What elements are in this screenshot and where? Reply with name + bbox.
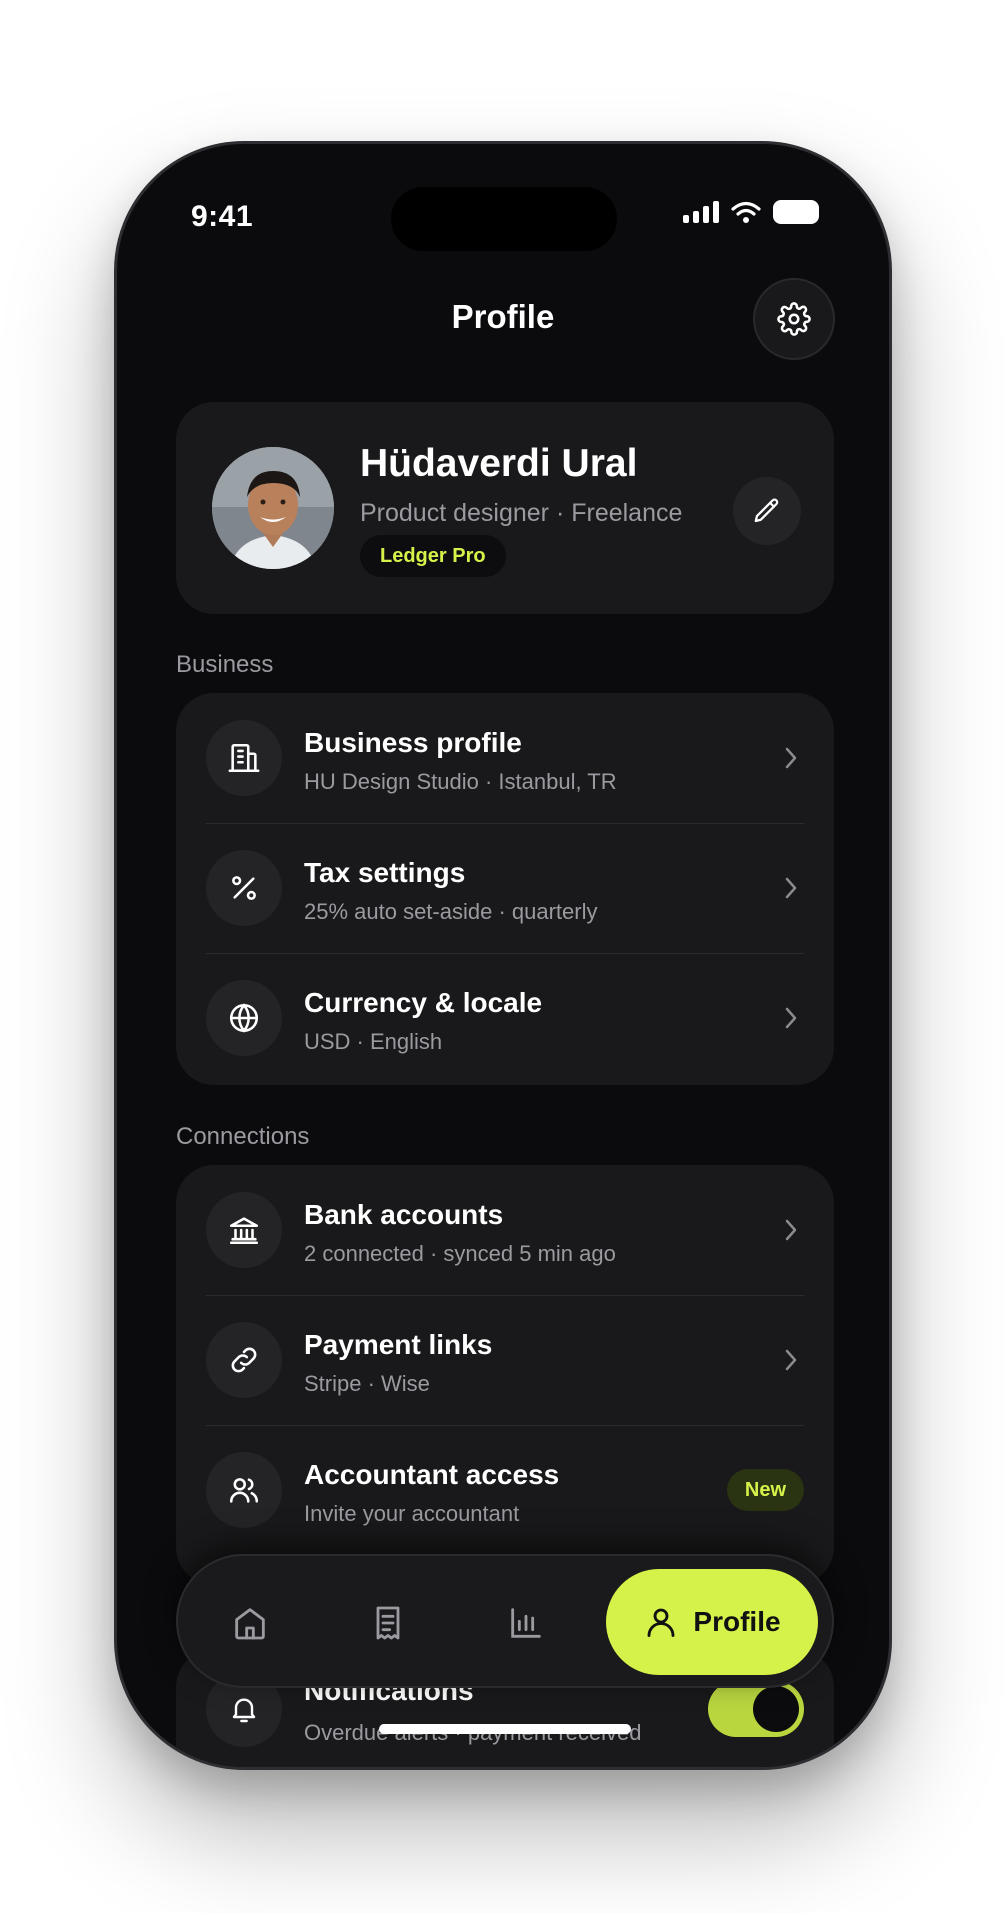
building-icon bbox=[228, 743, 260, 773]
list-item-business-profile[interactable]: Business profile HU Design Studio · Ista… bbox=[176, 693, 834, 823]
item-subtitle: 25% auto set-aside · quarterly bbox=[304, 899, 598, 924]
toggle-knob bbox=[753, 1686, 799, 1732]
item-title: Bank accounts bbox=[304, 1199, 504, 1230]
home-icon bbox=[235, 1608, 265, 1640]
list-item-tax-settings[interactable]: Tax settings 25% auto set-aside · quarte… bbox=[176, 823, 834, 953]
percent-icon bbox=[232, 876, 256, 900]
item-title: Payment links bbox=[304, 1329, 493, 1360]
item-subtitle: USD · English bbox=[304, 1029, 443, 1054]
chevron-right-icon bbox=[785, 1349, 797, 1371]
chevron-right-icon bbox=[785, 1007, 797, 1029]
signal-icon bbox=[683, 201, 719, 223]
edit-profile-button[interactable] bbox=[733, 477, 801, 545]
status-icons bbox=[683, 200, 819, 224]
notifications-toggle[interactable] bbox=[708, 1681, 804, 1737]
list-item-currency-locale[interactable]: Currency & locale USD · English bbox=[176, 953, 834, 1083]
profile-role: Product designer · Freelance bbox=[360, 499, 683, 527]
profile-icon bbox=[647, 1608, 675, 1637]
section-label-business: Business bbox=[176, 651, 274, 678]
avatar bbox=[212, 447, 334, 569]
list-item-payment-links[interactable]: Payment links Stripe · Wise bbox=[176, 1295, 834, 1425]
section-label-connections: Connections bbox=[176, 1123, 310, 1150]
connections-card: Bank accounts 2 connected · synced 5 min… bbox=[176, 1165, 834, 1585]
users-icon bbox=[229, 1478, 259, 1503]
item-subtitle: 2 connected · synced 5 min ago bbox=[304, 1241, 616, 1266]
list-item-bank-accounts[interactable]: Bank accounts 2 connected · synced 5 min… bbox=[176, 1165, 834, 1295]
tab-invoices[interactable] bbox=[360, 1595, 416, 1651]
new-badge: New bbox=[726, 1469, 804, 1511]
dynamic-island bbox=[391, 187, 617, 251]
business-card: Business profile HU Design Studio · Ista… bbox=[176, 693, 834, 1085]
pencil-icon bbox=[754, 498, 779, 523]
status-time: 9:41 bbox=[191, 200, 254, 233]
screen: 9:41 Profile Hüdaverdi Ural Product desi… bbox=[117, 144, 889, 1767]
bank-icon bbox=[229, 1217, 259, 1245]
chevron-right-icon bbox=[785, 877, 797, 899]
home-indicator bbox=[379, 1724, 631, 1734]
profile-card: Hüdaverdi Ural Product designer · Freela… bbox=[176, 402, 834, 614]
item-title: Tax settings bbox=[304, 857, 466, 888]
chevron-right-icon bbox=[785, 1219, 797, 1241]
phone-frame: 9:41 Profile Hüdaverdi Ural Product desi… bbox=[114, 141, 892, 1770]
tab-home[interactable] bbox=[222, 1595, 278, 1651]
tab-profile[interactable]: Profile bbox=[606, 1569, 818, 1675]
item-title: Accountant access bbox=[304, 1459, 560, 1490]
tab-reports[interactable] bbox=[498, 1595, 554, 1651]
gear-icon bbox=[777, 302, 811, 336]
chevron-right-icon bbox=[785, 747, 797, 769]
item-subtitle: Stripe · Wise bbox=[304, 1371, 430, 1396]
battery-icon bbox=[773, 200, 819, 224]
tab-profile-label: Profile bbox=[693, 1606, 781, 1637]
profile-name: Hüdaverdi Ural bbox=[360, 442, 638, 485]
chart-icon bbox=[511, 1608, 541, 1638]
globe-icon bbox=[229, 1003, 259, 1033]
receipt-icon bbox=[376, 1606, 400, 1640]
item-title: Business profile bbox=[304, 727, 522, 758]
link-icon bbox=[231, 1347, 257, 1373]
settings-button[interactable] bbox=[753, 278, 835, 360]
item-title: Currency & locale bbox=[304, 987, 543, 1018]
list-item-accountant-access[interactable]: Accountant access Invite your accountant… bbox=[176, 1425, 834, 1555]
item-subtitle: Invite your accountant bbox=[304, 1501, 520, 1526]
bell-icon bbox=[232, 1698, 256, 1723]
plan-badge: Ledger Pro bbox=[360, 535, 506, 577]
tab-bar: Profile bbox=[176, 1554, 834, 1688]
item-subtitle: HU Design Studio · Istanbul, TR bbox=[304, 769, 617, 794]
wifi-icon bbox=[731, 201, 761, 223]
